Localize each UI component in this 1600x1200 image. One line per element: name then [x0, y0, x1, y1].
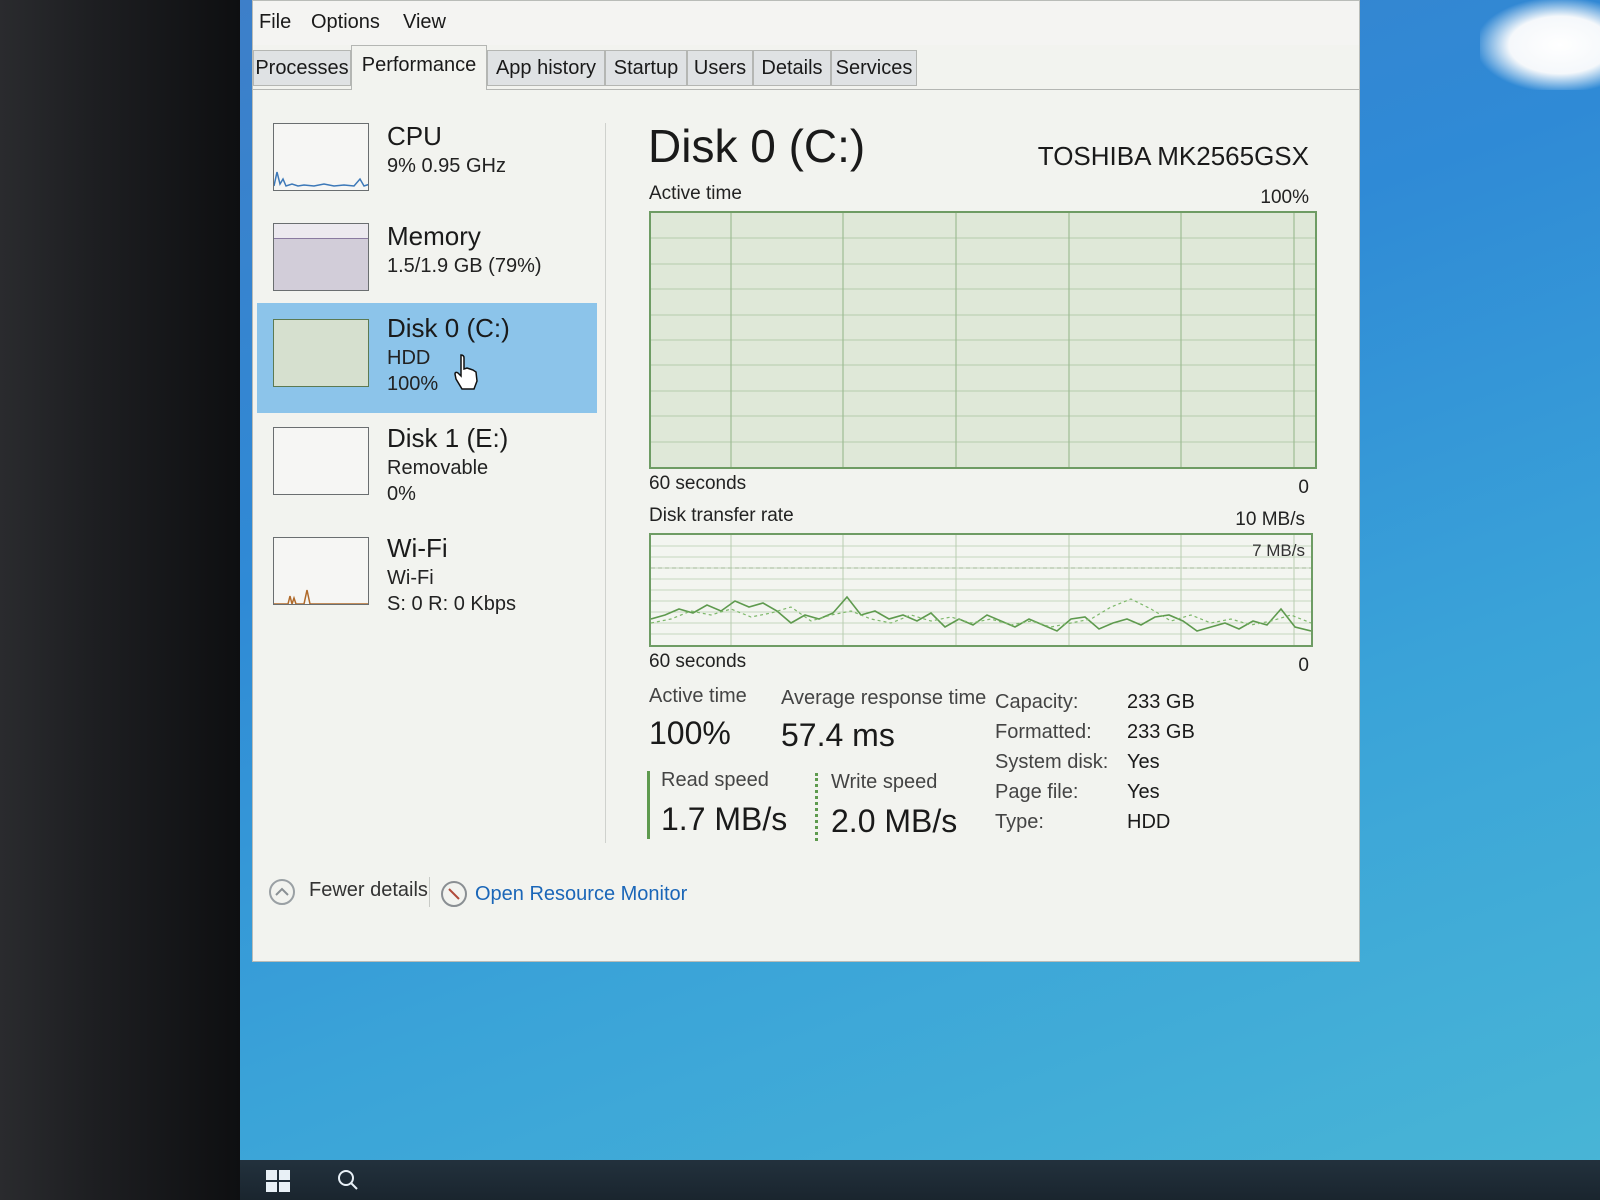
page-file-label: Page file: [995, 781, 1079, 803]
menu-file[interactable]: File [259, 11, 291, 34]
tab-processes[interactable]: Processes [253, 50, 351, 86]
chevron-up-icon [269, 879, 295, 905]
windows-start-icon[interactable] [264, 1166, 292, 1194]
tab-users[interactable]: Users [687, 50, 753, 86]
transfer-rate-graph-scale: 7 MB/s [1252, 541, 1305, 560]
tab-startup[interactable]: Startup [605, 50, 687, 86]
page-file-value: Yes [1127, 781, 1160, 803]
read-speed-label: Read speed [661, 769, 769, 791]
sidebar-title: Memory [387, 221, 481, 251]
tab-bar: Processes Performance App history Startu… [253, 45, 1359, 90]
transfer-rate-graph-duration: 60 seconds [649, 651, 747, 672]
footer: Fewer details Open Resource Monitor [253, 863, 1359, 943]
active-time-graph [649, 211, 1317, 469]
sidebar-subtitle-2: S: 0 R: 0 Kbps [387, 593, 516, 615]
sidebar-subtitle-2: 100% [387, 373, 439, 395]
monitor-bezel [0, 0, 240, 1200]
search-icon[interactable] [336, 1168, 360, 1192]
sidebar-item-disk-0[interactable]: Disk 0 (C:) HDD 100% [257, 303, 597, 413]
capacity-label: Capacity: [995, 691, 1079, 713]
read-speed-legend-line [647, 771, 650, 839]
sidebar-title: Wi-Fi [387, 533, 448, 563]
cpu-thumbnail-graph [273, 123, 369, 191]
response-time-value: 57.4 ms [781, 717, 895, 753]
active-time-value: 100% [649, 715, 731, 751]
active-time-graph-label: Active time [649, 183, 742, 204]
sidebar-subtitle: HDD [387, 347, 431, 369]
tab-services[interactable]: Services [831, 50, 917, 86]
formatted-label: Formatted: [995, 721, 1092, 743]
menu-options[interactable]: Options [311, 11, 380, 34]
sidebar-subtitle: 9% 0.95 GHz [387, 155, 506, 177]
footer-divider [429, 877, 430, 907]
read-speed-value: 1.7 MB/s [661, 801, 788, 837]
disk-1-thumbnail-graph [273, 427, 369, 495]
transfer-rate-graph: 7 MB/s [649, 533, 1313, 647]
transfer-rate-graph-min: 0 [1298, 655, 1309, 676]
write-speed-value: 2.0 MB/s [831, 803, 958, 839]
sidebar-title: Disk 0 (C:) [387, 313, 510, 343]
tab-details[interactable]: Details [753, 50, 831, 86]
type-label: Type: [995, 811, 1044, 833]
transfer-rate-graph-max: 10 MB/s [1235, 509, 1305, 530]
memory-thumbnail-graph [273, 223, 369, 291]
menu-view[interactable]: View [403, 11, 446, 34]
sidebar-subtitle-2: 0% [387, 483, 416, 505]
disk-0-thumbnail-graph [273, 319, 369, 387]
fewer-details-button[interactable]: Fewer details [261, 875, 431, 911]
sidebar-item-wifi[interactable]: Wi-Fi Wi-Fi S: 0 R: 0 Kbps [257, 523, 597, 633]
sidebar-title: Disk 1 (E:) [387, 423, 509, 453]
hand-cursor-icon [453, 353, 481, 396]
menu-bar: File Options View [253, 1, 1359, 45]
disk-model-name: TOSHIBA MK2565GSX [1037, 141, 1309, 171]
system-disk-label: System disk: [995, 751, 1109, 773]
write-speed-label: Write speed [831, 771, 938, 793]
sidebar-title: CPU [387, 121, 442, 151]
fewer-details-label: Fewer details [309, 879, 428, 901]
tab-app-history[interactable]: App history [487, 50, 605, 86]
active-time-graph-min: 0 [1298, 477, 1309, 498]
sidebar-divider [605, 123, 606, 843]
response-time-label: Average response time [781, 687, 987, 709]
task-manager-window: File Options View Processes Performance … [252, 0, 1360, 962]
write-speed-legend-line [815, 773, 818, 841]
system-disk-value: Yes [1127, 751, 1160, 773]
active-time-graph-duration: 60 seconds [649, 473, 747, 494]
sidebar-subtitle: 1.5/1.9 GB (79%) [387, 255, 542, 277]
open-resource-monitor-label: Open Resource Monitor [475, 883, 688, 905]
tab-performance[interactable]: Performance [351, 45, 487, 90]
capacity-value: 233 GB [1127, 691, 1195, 713]
wifi-thumbnail-graph [273, 537, 369, 605]
formatted-value: 233 GB [1127, 721, 1195, 743]
type-value: HDD [1127, 811, 1171, 833]
page-title: Disk 0 (C:) [648, 120, 866, 172]
resource-monitor-icon [441, 881, 467, 907]
transfer-rate-graph-label: Disk transfer rate [649, 505, 794, 526]
taskbar [240, 1160, 1600, 1200]
open-resource-monitor-link[interactable]: Open Resource Monitor [441, 877, 701, 913]
active-time-label: Active time [649, 685, 747, 707]
sidebar-subtitle: Removable [387, 457, 489, 479]
sidebar-item-cpu[interactable]: CPU 9% 0.95 GHz [257, 113, 597, 223]
screen-glare [1480, 0, 1600, 90]
active-time-graph-max: 100% [1260, 187, 1309, 208]
sidebar-item-disk-1[interactable]: Disk 1 (E:) Removable 0% [257, 413, 597, 523]
sidebar-subtitle: Wi-Fi [387, 567, 434, 589]
